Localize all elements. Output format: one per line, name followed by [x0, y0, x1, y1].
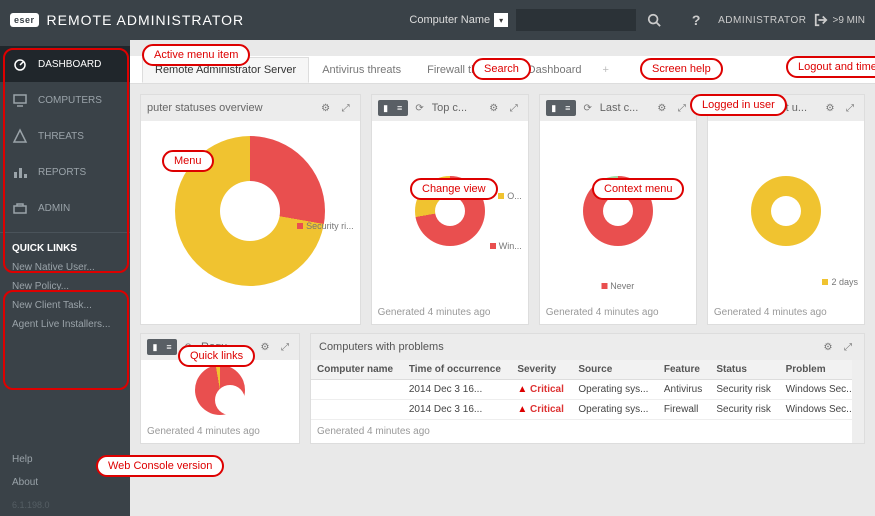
sidebar-label: ADMIN: [38, 203, 70, 214]
header-bar: eser REMOTE ADMINISTRATOR Computer Name …: [0, 0, 875, 40]
search-input[interactable]: [516, 9, 636, 31]
sidebar-item-threats[interactable]: THREATS: [0, 118, 130, 154]
panel-title: Top c...: [432, 102, 482, 114]
expand-icon[interactable]: ⤢: [674, 100, 690, 116]
gear-icon[interactable]: ⚙: [318, 100, 334, 116]
panel-footer: Generated 4 minutes ago: [708, 301, 864, 324]
expand-icon[interactable]: ⤢: [338, 100, 354, 116]
quick-link-new-policy[interactable]: New Policy...: [0, 277, 130, 296]
panel-footer: Generated 4 minutes ago: [141, 420, 299, 443]
brand-logo: eser: [10, 13, 39, 27]
app-title: REMOTE ADMINISTRATOR: [47, 12, 245, 28]
panel-footer: Generated 4 minutes ago: [311, 420, 864, 443]
sidebar-item-dashboard[interactable]: DASHBOARD: [0, 46, 130, 82]
legend-label: O...: [507, 191, 522, 201]
sidebar-item-reports[interactable]: REPORTS: [0, 154, 130, 190]
scrollbar[interactable]: [852, 360, 864, 443]
search-icon[interactable]: [640, 13, 668, 27]
computers-icon: [12, 92, 28, 108]
gear-icon[interactable]: ⚙: [822, 100, 838, 116]
sidebar-item-admin[interactable]: ADMIN: [0, 190, 130, 226]
panel-footer: Generated 4 minutes ago: [540, 301, 696, 324]
quick-link-new-user[interactable]: New Native User...: [0, 258, 130, 277]
problems-table: Computer name Time of occurrence Severit…: [311, 360, 864, 420]
legend-label: 2 days: [831, 277, 858, 287]
col-source[interactable]: Source: [572, 360, 658, 380]
panel-problems: Computers with problems ⚙ ⤢ Computer nam…: [310, 333, 865, 444]
callout-search: Search: [472, 58, 531, 80]
callout-quick-links: Quick links: [178, 345, 255, 367]
dashboard-icon: [12, 56, 28, 72]
quick-links-header: QUICK LINKS: [0, 232, 130, 258]
panel-statuses-overview: puter statuses overview ⚙ ⤢ Security ri.…: [140, 94, 361, 325]
panel-last-connection: ▮≡ ⟳ Last c... ⚙ ⤢ Never Generated 4 min…: [539, 94, 697, 325]
legend-label: Security ri...: [306, 221, 354, 231]
version-label: 6.1.198.0: [0, 494, 130, 516]
legend-label: Never: [610, 281, 634, 291]
logout-button[interactable]: >9 MIN: [814, 13, 865, 27]
search-scope-label: Computer Name: [409, 14, 490, 26]
admin-icon: [12, 200, 28, 216]
callout-screen-help: Screen help: [640, 58, 723, 80]
view-toggle[interactable]: ▮≡: [378, 100, 408, 116]
gear-icon[interactable]: ⚙: [654, 100, 670, 116]
expand-icon[interactable]: ⤢: [840, 339, 856, 355]
tab-antivirus[interactable]: Antivirus threats: [309, 57, 414, 83]
panel-last-update: ▮≡ ⟳ Last u... ⚙ ⤢ 2 days Generated 4 mi…: [707, 94, 865, 325]
quick-link-installers[interactable]: Agent Live Installers...: [0, 315, 130, 334]
help-icon[interactable]: ?: [682, 12, 710, 28]
sidebar-label: COMPUTERS: [38, 95, 102, 106]
legend-label: Win...: [499, 241, 522, 251]
gear-icon[interactable]: ⚙: [257, 339, 273, 355]
col-time[interactable]: Time of occurrence: [403, 360, 511, 380]
callout-active-menu: Active menu item: [142, 44, 250, 66]
gear-icon[interactable]: ⚙: [486, 100, 502, 116]
chart-view-icon[interactable]: ▮: [380, 102, 392, 114]
table-row[interactable]: 2014 Dec 3 16...▲ CriticalOperating sys.…: [311, 400, 864, 420]
callout-logged-user: Logged in user: [690, 94, 787, 116]
panel-top-computers: ▮≡ ⟳ Top c... ⚙ ⤢ O... Win... Generated …: [371, 94, 529, 325]
list-view-icon[interactable]: ≡: [394, 102, 406, 114]
sidebar-label: THREATS: [38, 131, 84, 142]
expand-icon[interactable]: ⤢: [277, 339, 293, 355]
sidebar: DASHBOARD COMPUTERS THREATS REPORTS ADMI…: [0, 40, 130, 516]
callout-version: Web Console version: [96, 455, 224, 477]
sidebar-item-computers[interactable]: COMPUTERS: [0, 82, 130, 118]
sidebar-label: DASHBOARD: [38, 59, 101, 70]
refresh-icon[interactable]: ⟳: [580, 100, 596, 116]
view-toggle[interactable]: ▮≡: [147, 339, 177, 355]
view-toggle[interactable]: ▮≡: [546, 100, 576, 116]
callout-context-menu: Context menu: [592, 178, 684, 200]
callout-change-view: Change view: [410, 178, 498, 200]
donut-chart: [195, 365, 245, 415]
gear-icon[interactable]: ⚙: [820, 339, 836, 355]
col-status[interactable]: Status: [710, 360, 779, 380]
search-group: Computer Name ▾: [409, 9, 668, 31]
tab-add-button[interactable]: +: [595, 60, 617, 80]
logged-in-user[interactable]: ADMINISTRATOR: [718, 15, 806, 26]
col-computer[interactable]: Computer name: [311, 360, 403, 380]
search-scope-dropdown[interactable]: ▾: [494, 13, 508, 27]
col-severity[interactable]: Severity: [511, 360, 572, 380]
expand-icon[interactable]: ⤢: [842, 100, 858, 116]
reports-icon: [12, 164, 28, 180]
panel-title: Computers with problems: [319, 341, 816, 353]
col-feature[interactable]: Feature: [658, 360, 710, 380]
quick-link-new-task[interactable]: New Client Task...: [0, 296, 130, 315]
callout-menu: Menu: [162, 150, 214, 172]
panel-footer: Generated 4 minutes ago: [372, 301, 528, 324]
refresh-icon[interactable]: ⟳: [412, 100, 428, 116]
threats-icon: [12, 128, 28, 144]
timeout-label: >9 MIN: [832, 15, 865, 26]
table-row[interactable]: 2014 Dec 3 16...▲ CriticalOperating sys.…: [311, 380, 864, 400]
sidebar-label: REPORTS: [38, 167, 86, 178]
panel-title: puter statuses overview: [147, 102, 314, 114]
donut-chart: [751, 176, 821, 246]
expand-icon[interactable]: ⤢: [506, 100, 522, 116]
panel-title: Last c...: [600, 102, 650, 114]
callout-logout: Logout and timeout: [786, 56, 875, 78]
